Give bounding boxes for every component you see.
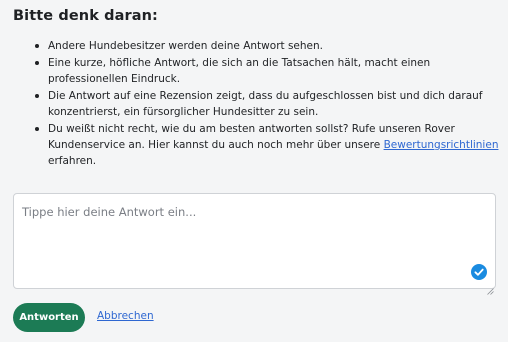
resize-handle-icon[interactable]	[487, 280, 494, 295]
reply-submit-button[interactable]: Antworten	[13, 303, 85, 332]
tip-text: erfahren.	[48, 155, 97, 167]
tip-item: Du weißt nicht recht, wie du am besten a…	[35, 121, 503, 169]
check-circle-icon	[471, 264, 487, 280]
tip-item: Eine kurze, höfliche Antwort, die sich a…	[35, 55, 503, 87]
cancel-link[interactable]: Abbrechen	[97, 310, 154, 322]
tip-item: Die Antwort auf eine Rezension zeigt, da…	[35, 88, 503, 120]
reply-textarea[interactable]	[14, 194, 495, 288]
tip-item: Andere Hundebesitzer werden deine Antwor…	[35, 38, 503, 54]
review-guidelines-link[interactable]: Bewertungsrichtlinien	[384, 139, 499, 151]
reply-field	[13, 193, 496, 295]
tips-list: Andere Hundebesitzer werden deine Antwor…	[13, 38, 503, 170]
notice-title: Bitte denk daran:	[13, 8, 158, 24]
